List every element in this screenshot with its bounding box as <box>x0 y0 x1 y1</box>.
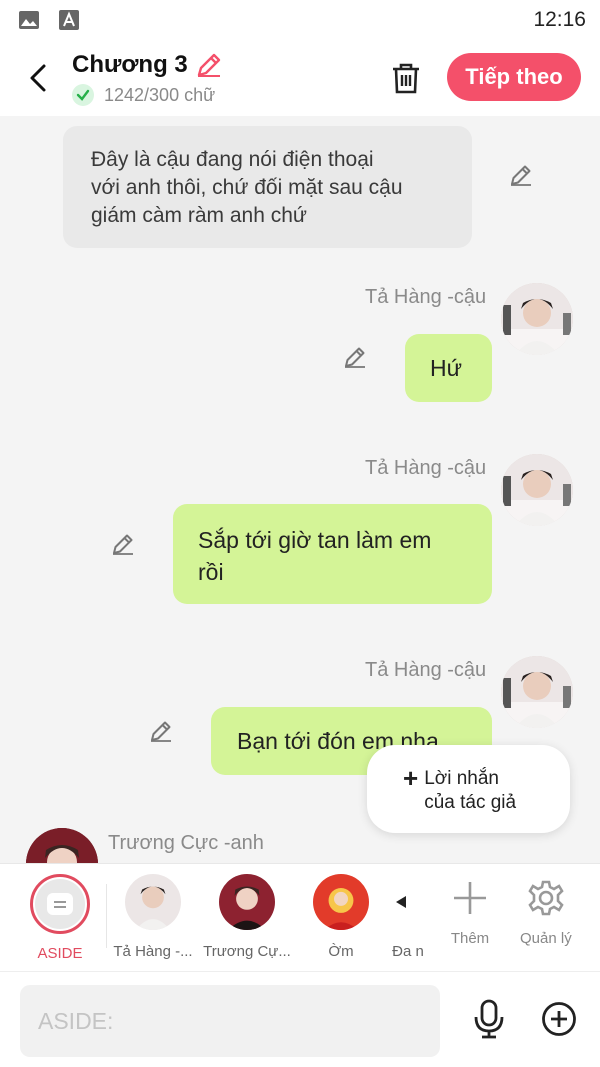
author-note-line: của tác giả <box>424 792 517 813</box>
author-note-button[interactable]: + Lời nhắn của tác giả <box>367 745 570 833</box>
delete-button[interactable] <box>386 58 426 98</box>
chapter-title: Chương 3 <box>72 51 188 78</box>
trash-icon <box>393 63 419 94</box>
avatar <box>219 874 275 930</box>
plus-icon <box>454 882 486 914</box>
add-label: Thêm <box>450 930 490 947</box>
font-a-icon <box>58 9 80 31</box>
character-da[interactable]: Đa n <box>373 874 433 960</box>
edit-title-button[interactable] <box>194 50 224 80</box>
title-block: Chương 3 1242/300 chữ <box>72 50 224 106</box>
speaker-name: Tả Hàng -cậu <box>365 457 487 479</box>
message-bubble[interactable]: Sắp tới giờ tan làm em rồi <box>173 504 492 604</box>
note-icon <box>47 893 73 915</box>
check-icon <box>72 84 94 106</box>
character-label: Đa n <box>392 943 424 960</box>
message-line: Đây là cậu đang nói điện thoại <box>91 148 374 171</box>
character-aside[interactable]: ASIDE <box>15 874 105 962</box>
divider <box>106 884 107 948</box>
character-label: Trương Cự... <box>203 943 291 960</box>
clock: 12:16 <box>533 8 586 31</box>
pencil-icon <box>345 347 365 368</box>
message-line: rồi <box>198 559 224 585</box>
add-attachment-button[interactable] <box>540 1000 578 1038</box>
character-label: Tả Hàng -... <box>113 943 193 960</box>
plus-circle-icon <box>542 1002 576 1036</box>
add-character-button[interactable]: Thêm <box>450 878 490 947</box>
character-label: Ờm <box>328 943 354 960</box>
voice-button[interactable] <box>470 999 508 1039</box>
avatar <box>313 874 369 930</box>
avatar <box>125 874 181 930</box>
input-bar <box>0 971 600 1067</box>
pencil-icon <box>511 165 531 186</box>
word-count: 1242/300 chữ <box>104 84 216 105</box>
app-header: Chương 3 1242/300 chữ Tiếp theo <box>0 40 600 116</box>
manage-button[interactable]: Quản lý <box>520 878 572 947</box>
status-bar: 12:16 <box>0 0 600 40</box>
image-icon <box>18 9 40 31</box>
avatar[interactable] <box>501 454 573 526</box>
message-line: với anh thôi, chứ đối mặt sau cậu <box>91 176 403 199</box>
chat-area[interactable]: Đây là cậu đang nói điện thoại với anh t… <box>0 116 600 863</box>
avatar[interactable] <box>501 656 573 728</box>
character-truong-cuc[interactable]: Trương Cự... <box>202 874 292 960</box>
avatar[interactable] <box>501 283 573 355</box>
back-arrow-icon <box>30 64 46 92</box>
speaker-name: Tả Hàng -cậu <box>365 286 487 308</box>
author-note-line: Lời nhắn <box>424 768 499 789</box>
plus-icon: + <box>403 763 419 793</box>
edit-message-button[interactable] <box>146 716 176 746</box>
character-bar: ASIDE Tả Hàng -... Trương Cự... Ờm Đa n … <box>0 863 600 971</box>
message-input[interactable] <box>20 985 440 1057</box>
speaker-name: Trương Cực -anh <box>108 832 264 854</box>
next-button[interactable]: Tiếp theo <box>447 53 581 101</box>
pencil-icon <box>151 721 171 742</box>
narration-bubble[interactable]: Đây là cậu đang nói điện thoại với anh t… <box>63 126 472 248</box>
message-bubble[interactable]: Hứ <box>405 334 492 402</box>
gear-icon <box>528 880 564 916</box>
edit-message-button[interactable] <box>108 529 138 559</box>
message-line: giám càm ràm anh chứ <box>91 204 307 227</box>
pencil-icon <box>197 53 220 77</box>
speaker-name: Tả Hàng -cậu <box>365 659 487 681</box>
avatar <box>392 874 433 930</box>
back-button[interactable] <box>10 50 66 106</box>
avatar[interactable] <box>26 828 98 863</box>
manage-label: Quản lý <box>520 930 572 947</box>
character-ta-hang[interactable]: Tả Hàng -... <box>108 874 198 960</box>
edit-message-button[interactable] <box>340 342 370 372</box>
pencil-icon <box>113 534 133 555</box>
microphone-icon <box>474 999 504 1039</box>
message-line: Sắp tới giờ tan làm em <box>198 527 432 553</box>
aside-avatar <box>30 874 90 934</box>
edit-message-button[interactable] <box>506 160 536 190</box>
character-label: ASIDE <box>37 945 83 962</box>
message-text: Hứ <box>430 354 463 381</box>
